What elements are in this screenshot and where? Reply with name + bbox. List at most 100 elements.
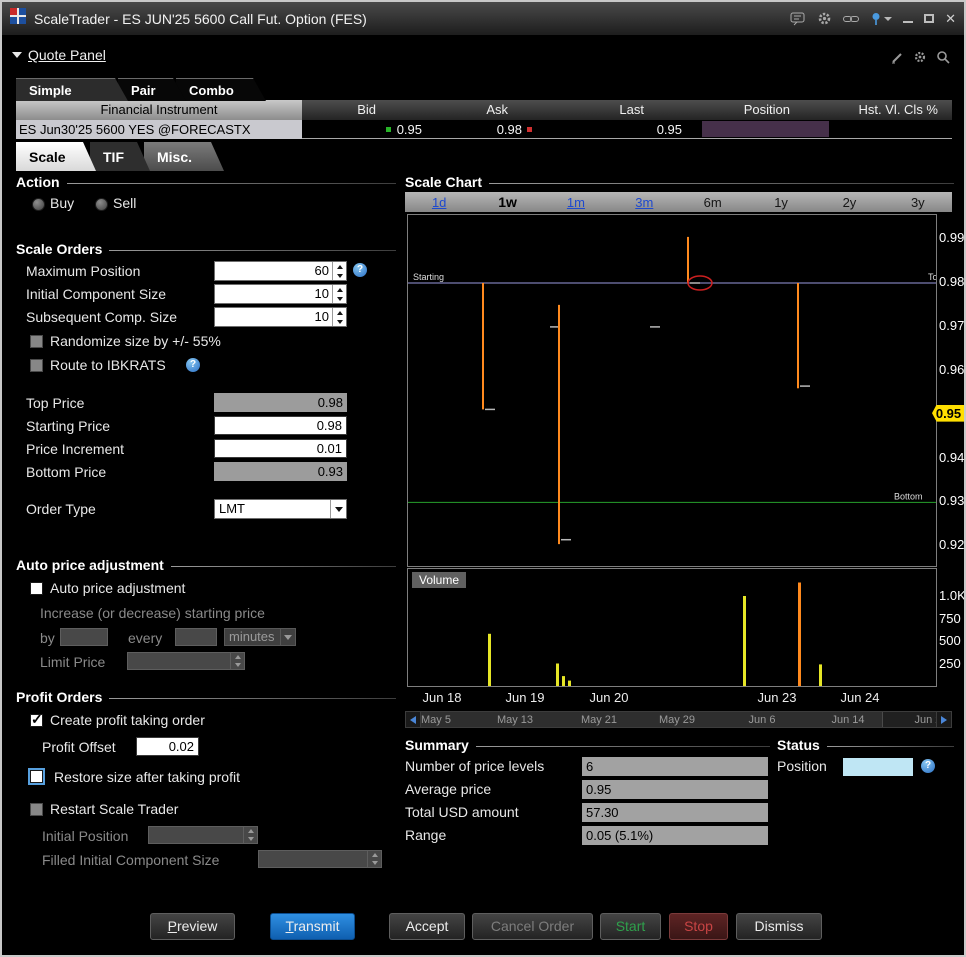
gear-icon[interactable] — [817, 11, 832, 26]
chart-date-label: Jun 23 — [752, 690, 802, 705]
range-1m[interactable]: 1m — [542, 195, 610, 210]
route-ibkrats-checkbox[interactable] — [30, 359, 43, 372]
edit-icon[interactable] — [891, 51, 904, 69]
volume-bar — [568, 681, 571, 686]
spinner[interactable] — [332, 262, 346, 280]
settings-icon[interactable] — [913, 50, 927, 69]
tab-simple[interactable]: Simple — [16, 78, 128, 101]
spin-up-button[interactable] — [333, 308, 346, 317]
route-ibkrats-label[interactable]: Route to IBKRATS — [50, 357, 166, 373]
create-profit-label[interactable]: Create profit taking order — [50, 712, 205, 728]
quote-panel-collapse-caret[interactable] — [12, 52, 22, 58]
auto-price-checkbox[interactable] — [30, 582, 43, 595]
sell-label[interactable]: Sell — [113, 195, 136, 211]
order-type-dropdown[interactable]: LMT — [214, 499, 347, 519]
range-1w[interactable]: 1w — [473, 194, 541, 210]
quote-panel-title[interactable]: Quote Panel — [28, 47, 106, 63]
average-price-value: 0.95 — [582, 780, 768, 799]
range-1d[interactable]: 1d — [405, 195, 473, 210]
spin-down-button[interactable] — [333, 294, 346, 303]
spinner[interactable] — [332, 285, 346, 303]
link-icon[interactable] — [843, 14, 859, 24]
spin-up-button[interactable] — [333, 262, 346, 271]
starting-price-field[interactable]: 0.98 — [214, 416, 347, 435]
spin-down-button[interactable] — [333, 271, 346, 280]
total-usd-label: Total USD amount — [405, 804, 519, 820]
help-icon[interactable]: ? — [353, 263, 367, 277]
accept-button[interactable]: Accept — [389, 913, 465, 940]
volume-axis-label: 1.0K — [939, 588, 966, 603]
bid-cell[interactable]: 0.95 — [322, 120, 422, 139]
current-price-tag: 0.95 — [932, 405, 965, 422]
bottom-price-label: Bottom Price — [26, 464, 106, 480]
status-position-field — [843, 758, 913, 776]
column-bid[interactable]: Bid — [256, 100, 376, 120]
transmit-button[interactable]: Transmit — [270, 913, 355, 940]
notes-icon[interactable] — [790, 12, 806, 26]
randomize-label[interactable]: Randomize size by +/- 55% — [50, 333, 221, 349]
scrollbar-date-label: May 29 — [653, 714, 701, 726]
subsequent-comp-size-field[interactable]: 10 — [214, 307, 347, 327]
dropdown-arrow — [280, 629, 295, 645]
range-1y[interactable]: 1y — [747, 195, 815, 210]
tab-pair[interactable]: Pair — [118, 78, 186, 101]
range-6m[interactable]: 6m — [679, 195, 747, 210]
minimize-button[interactable] — [903, 14, 913, 23]
column-ask[interactable]: Ask — [388, 100, 508, 120]
price-axis-label: 0.94 — [939, 450, 964, 465]
price-increment-field[interactable]: 0.01 — [214, 439, 347, 458]
maximize-button[interactable] — [924, 14, 934, 23]
auto-price-label[interactable]: Auto price adjustment — [50, 580, 185, 596]
column-hst-vl-cls[interactable]: Hst. Vl. Cls % — [818, 100, 938, 120]
range-2y[interactable]: 2y — [815, 195, 883, 210]
profit-offset-field[interactable]: 0.02 — [136, 737, 199, 756]
average-price-label: Average price — [405, 781, 491, 797]
dismiss-button[interactable]: Dismiss — [736, 913, 822, 940]
last-cell[interactable]: 0.95 — [582, 120, 682, 139]
position-cell[interactable] — [702, 121, 829, 137]
start-button: Start — [600, 913, 661, 940]
maximum-position-field[interactable]: 60 — [214, 261, 347, 281]
instrument-cell[interactable]: ES Jun30'25 5600 YES @FORECASTX — [16, 120, 302, 139]
sell-radio[interactable] — [95, 198, 108, 211]
help-icon[interactable]: ? — [186, 358, 200, 372]
preview-button[interactable]: Preview — [150, 913, 235, 940]
help-icon[interactable]: ? — [921, 759, 935, 773]
close-button[interactable]: ✕ — [945, 11, 956, 27]
tab-scale[interactable]: Scale — [16, 142, 96, 171]
volume-chart-pane[interactable]: Volume — [407, 568, 937, 687]
num-price-levels-value: 6 — [582, 757, 768, 776]
dropdown-arrow[interactable] — [330, 500, 346, 518]
spinner[interactable] — [332, 308, 346, 326]
buy-radio[interactable] — [32, 198, 45, 211]
stop-button[interactable]: Stop — [669, 913, 728, 940]
randomize-checkbox[interactable] — [30, 335, 43, 348]
ask-cell[interactable]: 0.98 — [422, 120, 522, 139]
restore-size-checkbox[interactable] — [30, 770, 43, 783]
restart-scale-checkbox[interactable] — [30, 803, 43, 816]
tab-combo[interactable]: Combo — [176, 78, 266, 101]
column-last[interactable]: Last — [524, 100, 644, 120]
scrollbar-left-arrow[interactable] — [406, 712, 421, 727]
price-chart-pane[interactable]: StartingTopBottom — [407, 214, 937, 567]
auto-price-section-header: Auto price adjustment — [16, 557, 396, 573]
tab-misc[interactable]: Misc. — [144, 142, 224, 171]
search-icon[interactable] — [936, 50, 950, 69]
title-bar[interactable]: ScaleTrader - ES JUN'25 5600 Call Fut. O… — [2, 2, 964, 36]
profit-offset-label: Profit Offset — [42, 739, 116, 755]
spin-down-button[interactable] — [333, 317, 346, 326]
initial-component-size-field[interactable]: 10 — [214, 284, 347, 304]
create-profit-checkbox[interactable]: ✓ — [30, 714, 43, 727]
column-position[interactable]: Position — [670, 100, 790, 120]
restore-size-label[interactable]: Restore size after taking profit — [54, 769, 240, 785]
spin-up-button[interactable] — [333, 285, 346, 294]
restart-scale-label[interactable]: Restart Scale Trader — [50, 801, 178, 817]
range-3m[interactable]: 3m — [610, 195, 678, 210]
pin-icon[interactable] — [870, 12, 892, 26]
range-3y[interactable]: 3y — [884, 195, 952, 210]
chart-scrollbar[interactable]: May 5May 13May 21May 29Jun 6Jun 14Jun 22 — [405, 711, 952, 728]
buy-label[interactable]: Buy — [50, 195, 74, 211]
scrollbar-right-arrow[interactable] — [936, 712, 951, 727]
pin-dropdown-caret[interactable] — [884, 17, 892, 21]
tab-tif[interactable]: TIF — [90, 142, 150, 171]
